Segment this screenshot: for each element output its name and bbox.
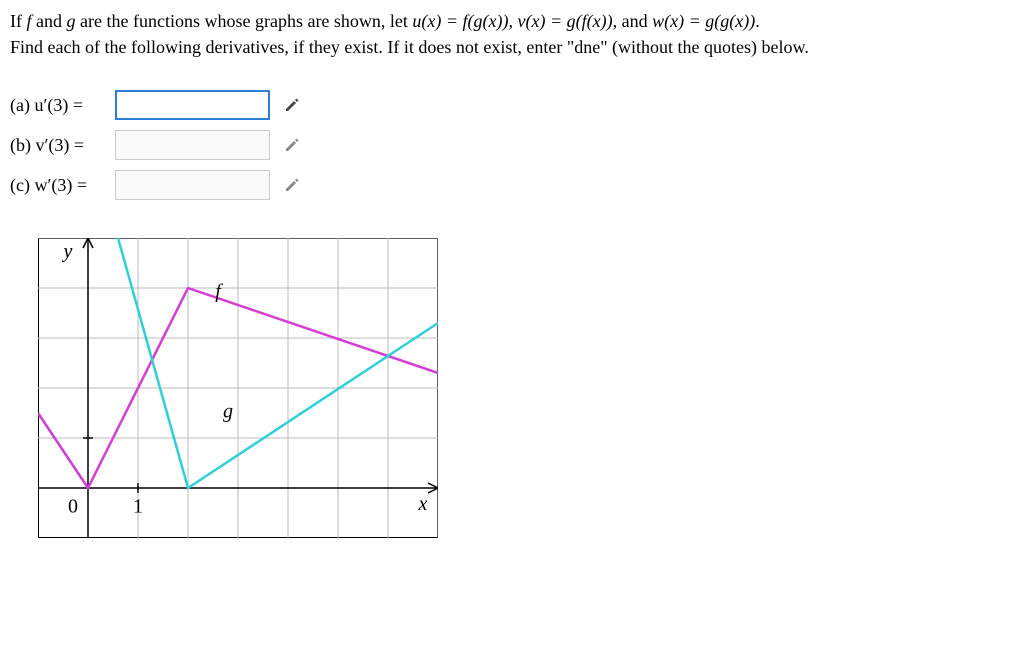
answer-input-b[interactable] — [115, 130, 270, 160]
eq-uvw: u(x) = f(g(x)), v(x) = g(f(x)) — [412, 11, 612, 31]
svg-text:x: x — [418, 493, 428, 515]
pencil-icon — [284, 136, 302, 154]
pencil-icon — [284, 176, 302, 194]
answer-label-a: (a) u′(3) = — [10, 92, 115, 118]
edit-dropdown-a[interactable] — [276, 90, 310, 120]
text: and — [32, 11, 67, 31]
text: , and — [613, 11, 653, 31]
svg-text:1: 1 — [38, 426, 41, 448]
answer-input-a[interactable] — [115, 90, 270, 120]
eq-w: w(x) = g(g(x)) — [652, 11, 755, 31]
var-g: g — [67, 11, 76, 31]
answer-label-c: (c) w′(3) = — [10, 172, 115, 198]
text: . — [755, 11, 760, 31]
svg-text:1: 1 — [133, 496, 143, 518]
svg-text:g: g — [223, 401, 233, 423]
answer-row-b: (b) v′(3) = — [10, 128, 1014, 162]
problem-statement: If f and g are the functions whose graph… — [10, 8, 1010, 60]
function-graph: yfg101x — [38, 238, 1014, 545]
text: are the functions whose graphs are shown… — [76, 11, 413, 31]
edit-dropdown-b[interactable] — [276, 130, 310, 160]
answer-label-b: (b) v′(3) = — [10, 132, 115, 158]
text-line2: Find each of the following derivatives, … — [10, 37, 809, 57]
answer-row-a: (a) u′(3) = — [10, 88, 1014, 122]
text: If — [10, 11, 27, 31]
answer-input-c[interactable] — [115, 170, 270, 200]
answers-block: (a) u′(3) = (b) v′(3) = (c) w′(3) = — [10, 88, 1014, 202]
answer-row-c: (c) w′(3) = — [10, 168, 1014, 202]
pencil-icon — [284, 96, 302, 114]
graph-svg: yfg101x — [38, 238, 438, 538]
edit-dropdown-c[interactable] — [276, 170, 310, 200]
svg-text:0: 0 — [68, 496, 78, 518]
svg-text:y: y — [62, 241, 73, 263]
